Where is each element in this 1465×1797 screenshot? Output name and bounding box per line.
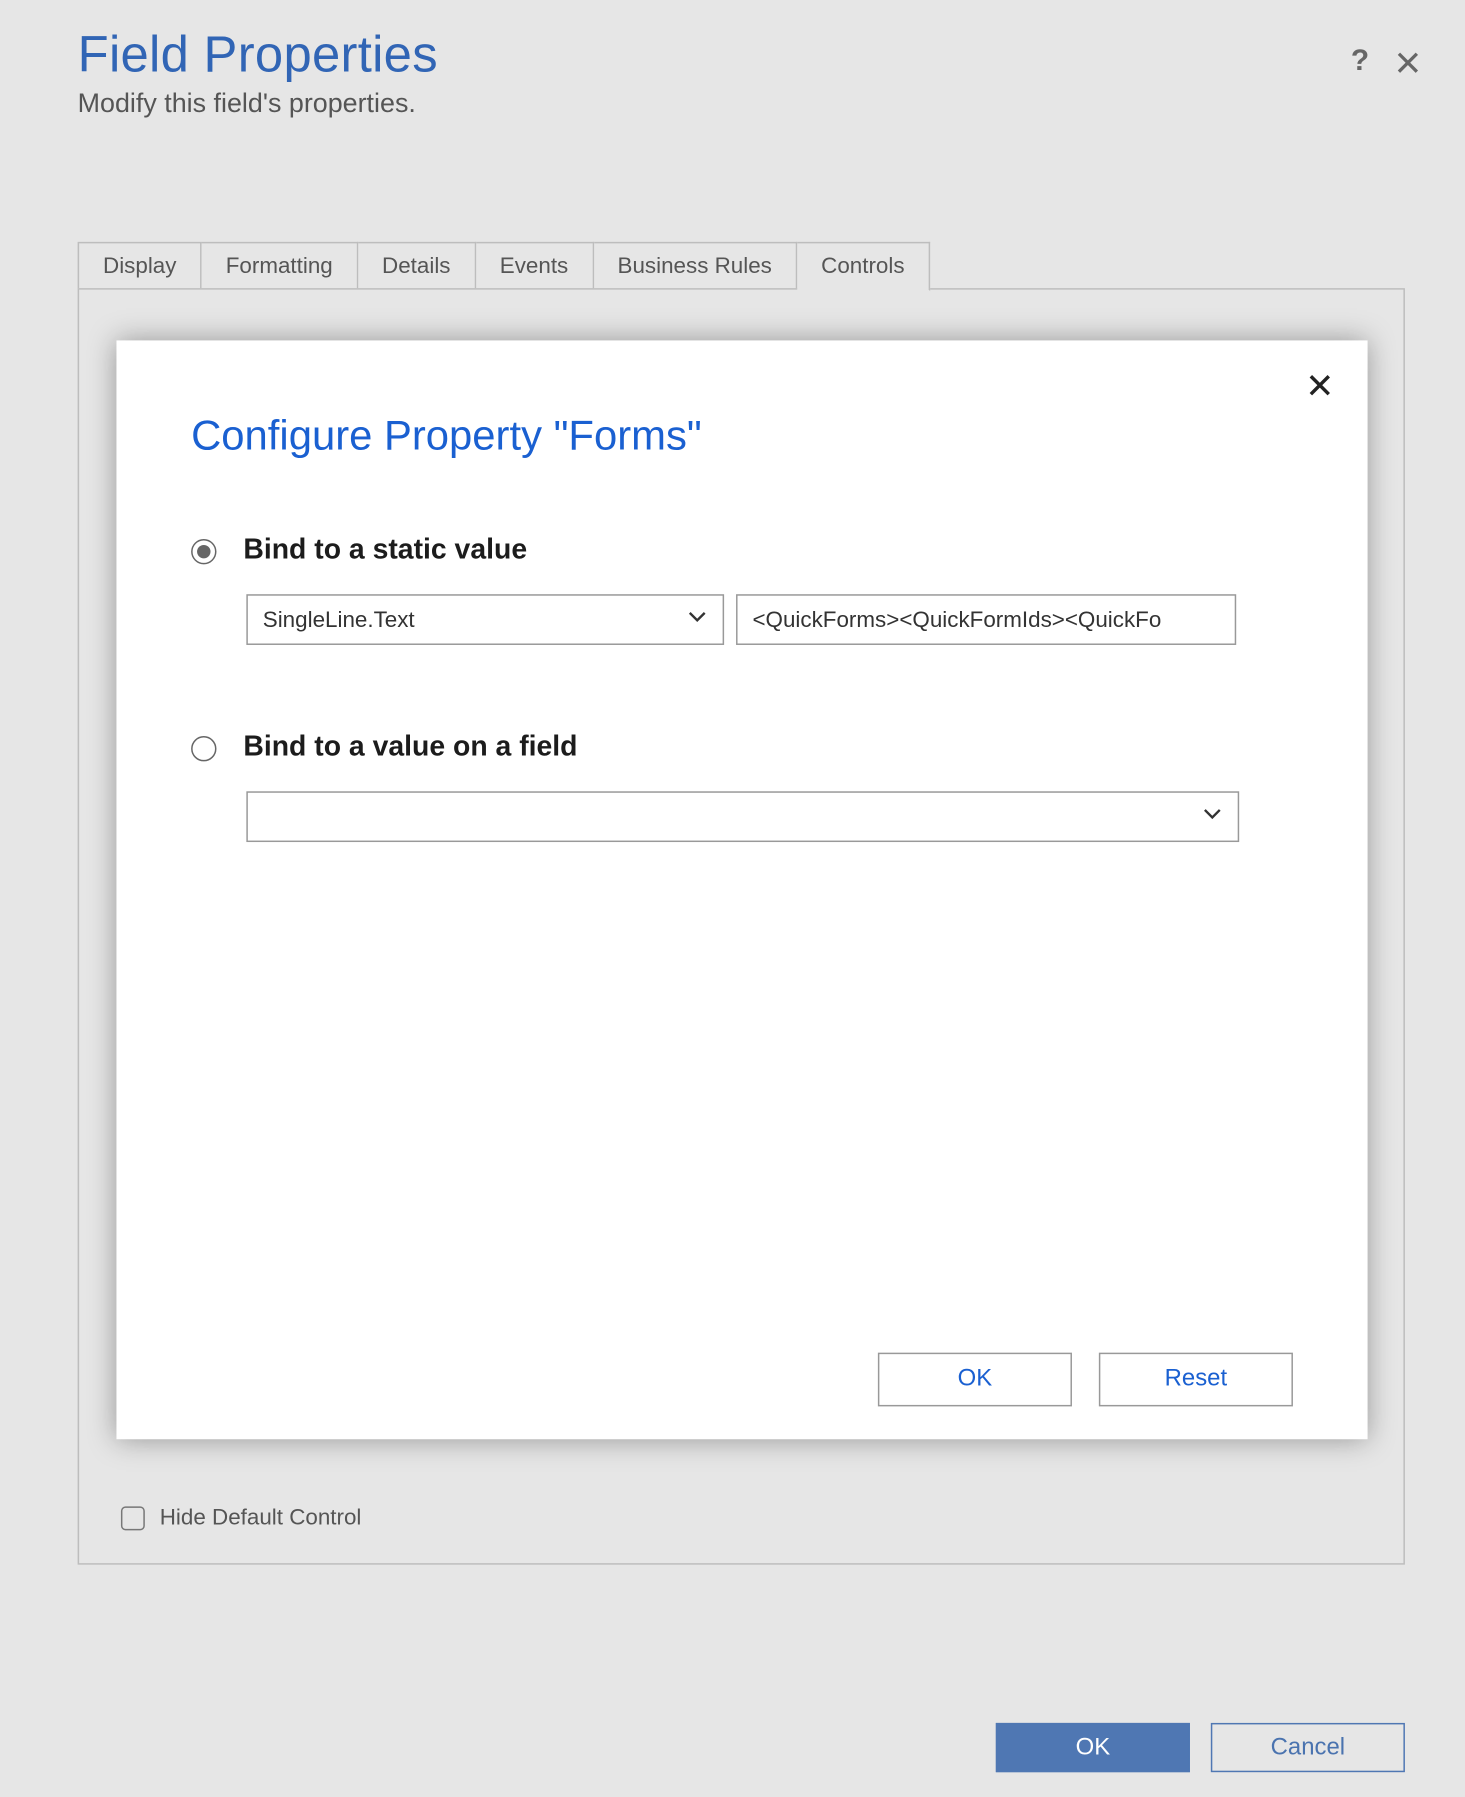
bind-field-radio[interactable] (191, 735, 216, 760)
cancel-button[interactable]: Cancel (1211, 1723, 1405, 1772)
dialog-title: Field Properties (78, 27, 438, 85)
tab-display[interactable]: Display (78, 242, 202, 291)
bind-static-label: Bind to a static value (243, 534, 527, 567)
tab-formatting[interactable]: Formatting (202, 242, 358, 291)
bind-static-radio[interactable] (191, 538, 216, 563)
modal-ok-button[interactable]: OK (878, 1353, 1072, 1407)
tab-business-rules[interactable]: Business Rules (594, 242, 798, 291)
help-icon[interactable]: ? (1351, 45, 1369, 79)
modal-close-icon[interactable] (1308, 373, 1332, 404)
chevron-down-icon (687, 606, 708, 633)
dialog-subtitle: Modify this field's properties. (78, 88, 1465, 119)
hide-default-control-label: Hide Default Control (160, 1505, 362, 1530)
tab-controls[interactable]: Controls (797, 242, 930, 291)
close-icon[interactable] (1396, 50, 1420, 74)
field-select[interactable] (246, 791, 1239, 842)
static-value-input[interactable] (752, 607, 1219, 632)
chevron-down-icon (1202, 803, 1223, 830)
static-type-select[interactable]: SingleLine.Text (246, 594, 724, 645)
bind-field-label: Bind to a value on a field (243, 732, 577, 765)
modal-reset-button[interactable]: Reset (1099, 1353, 1293, 1407)
tab-details[interactable]: Details (358, 242, 476, 291)
ok-button[interactable]: OK (996, 1723, 1190, 1772)
tab-events[interactable]: Events (476, 242, 594, 291)
static-type-value: SingleLine.Text (263, 607, 415, 632)
static-value-input-wrapper (736, 594, 1236, 645)
configure-property-modal: Configure Property "Forms" Bind to a sta… (116, 340, 1367, 1439)
tabs: Display Formatting Details Events Busine… (78, 242, 1405, 291)
hide-default-control-checkbox[interactable] (121, 1506, 145, 1530)
modal-title: Configure Property "Forms" (191, 412, 1293, 460)
